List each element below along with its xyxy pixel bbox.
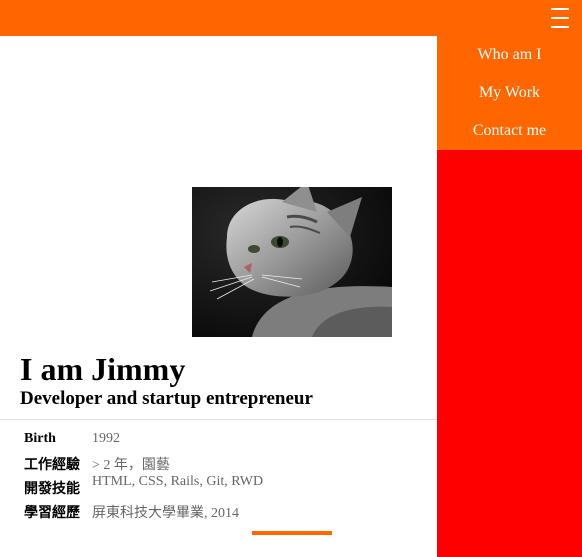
info-value: > 2 年，園藝 (92, 458, 170, 473)
side-menu: Who am I My Work Contact me (437, 36, 582, 150)
top-navbar (0, 0, 582, 36)
hamburger-menu-icon[interactable] (538, 0, 582, 36)
divider (0, 419, 437, 420)
menu-item-my-work[interactable]: My Work (479, 85, 540, 101)
side-panel: Who am I My Work Contact me (437, 36, 582, 557)
info-label: 學習經歷 (24, 506, 80, 521)
info-value: HTML, CSS, Rails, Git, RWD (92, 474, 264, 489)
accent-underline (252, 531, 332, 535)
menu-item-who-am-i[interactable]: Who am I (478, 47, 542, 63)
page-title: I am Jimmy (20, 351, 186, 387)
info-label: 工作經驗 (24, 458, 80, 473)
info-label: Birth (24, 431, 56, 446)
profile-photo (192, 187, 392, 337)
info-value: 屏東科技大學畢業, 2014 (92, 506, 239, 521)
info-label: 開發技能 (24, 482, 80, 497)
menu-item-contact-me[interactable]: Contact me (473, 123, 546, 139)
cat-illustration (192, 187, 392, 337)
info-value: 1992 (92, 431, 120, 446)
tagline: Developer and startup entrepreneur (20, 388, 313, 409)
